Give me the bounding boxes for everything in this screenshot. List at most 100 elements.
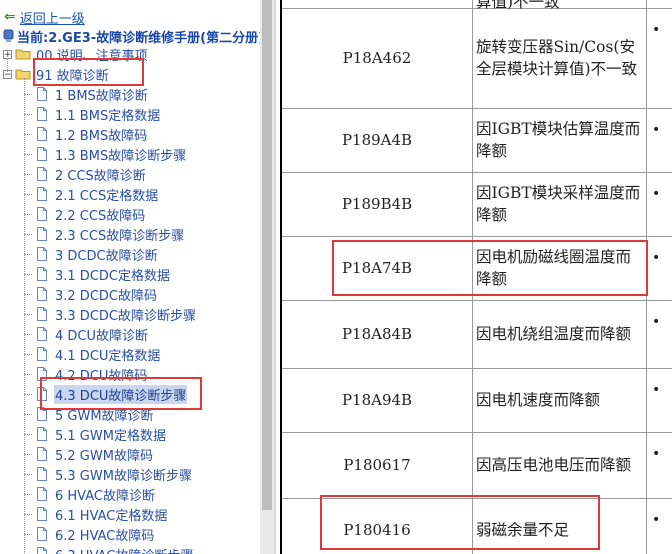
tree-item-label: 4.3 DCU故障诊断步骤 — [54, 384, 188, 404]
tree-connector — [24, 174, 32, 175]
row-bullet: • — [652, 250, 661, 266]
document-icon — [37, 247, 47, 261]
row-bullet: • — [652, 382, 661, 398]
tree-item[interactable]: 2 CCS故障诊断 — [36, 164, 147, 184]
tree-connector — [24, 94, 32, 95]
tree-item[interactable]: 5.3 GWM故障诊断步骤 — [36, 464, 193, 484]
tree-item[interactable]: 3.3 DCDC故障诊断步骤 — [36, 304, 197, 324]
dtc-description: 因IGBT模块估算温度而降额 — [476, 120, 641, 160]
table-row: P18A84B 因电机绕组温度而降额 • — [282, 300, 672, 369]
dtc-code: P189A4B — [341, 131, 413, 149]
table-row: P189A4B 因IGBT模块估算温度而降额 • — [282, 108, 672, 173]
tree-connector — [24, 474, 32, 475]
back-link-label: 返回上一级 — [19, 11, 85, 27]
dtc-description: 因电机励磁线圈温度而降额 — [476, 248, 632, 288]
tree-item[interactable]: 6.1 HVAC定格数据 — [36, 504, 168, 524]
tree-item[interactable]: 5 GWM故障诊断 — [36, 404, 155, 424]
tree-connector — [24, 254, 32, 255]
tree-item-label: 91 故障诊断 — [36, 68, 109, 84]
tree-item[interactable]: 5.1 GWM定格数据 — [36, 424, 167, 444]
tree-connector — [24, 114, 32, 115]
back-arrow-icon: ⇐ — [4, 9, 16, 25]
tree-connector — [24, 514, 32, 515]
dtc-code: P180617 — [343, 456, 411, 474]
document-icon — [37, 387, 47, 401]
tree-connector — [24, 274, 32, 275]
document-icon — [37, 147, 47, 161]
tree-item[interactable]: 4.3 DCU故障诊断步骤 — [36, 384, 188, 404]
document-icon — [37, 87, 47, 101]
tree-item[interactable]: 6.2 HVAC故障码 — [36, 524, 155, 544]
tree-item[interactable]: 3.2 DCDC故障码 — [36, 284, 158, 304]
tree-scrollbar[interactable] — [260, 0, 274, 554]
tree-connector — [24, 78, 25, 554]
tree-item-label: 3.1 DCDC定格数据 — [55, 268, 170, 284]
tree-item-label: 2.2 CCS故障码 — [55, 208, 146, 224]
tree-item-label: 3 DCDC故障诊断 — [55, 248, 158, 264]
document-icon — [37, 467, 47, 481]
document-icon — [37, 167, 47, 181]
document-icon — [37, 547, 47, 554]
dtc-code: P189B4B — [341, 195, 413, 213]
folder-icon — [15, 49, 31, 60]
table-row: P18A462 旋转变压器Sin/Cos(安全层模块计算值)不一致 • — [282, 8, 672, 109]
current-location: 当前:2.GE3-故障诊断维修手册(第二分册) — [3, 27, 260, 46]
tree-connector — [24, 354, 32, 355]
tree-item-label: 6.2 HVAC故障码 — [55, 528, 155, 544]
dtc-description: Sin/Cos(安全层模块计算值)不一致 — [476, 0, 560, 11]
tree-folder[interactable]: +00 说明、注意事项 — [3, 44, 149, 64]
tree-item-label: 3.3 DCDC故障诊断步骤 — [55, 308, 196, 324]
tree-item-label: 5.3 GWM故障诊断步骤 — [55, 468, 192, 484]
table-row: P189B4B 因IGBT模块采样温度而降额 • — [282, 172, 672, 237]
tree-item[interactable]: 5.2 GWM故障码 — [36, 444, 154, 464]
tree-connector — [7, 58, 8, 72]
dtc-description: 旋转变压器Sin/Cos(安全层模块计算值)不一致 — [476, 38, 638, 78]
tree-item[interactable]: 2.1 CCS定格数据 — [36, 184, 159, 204]
tree-item[interactable]: 6 HVAC故障诊断 — [36, 484, 156, 504]
row-bullet: • — [652, 512, 661, 528]
table-row: P18A94B 因电机速度而降额 • — [282, 368, 672, 433]
tree-item[interactable]: 2.2 CCS故障码 — [36, 204, 146, 224]
tree-item-label: 1.2 BMS故障码 — [55, 128, 148, 144]
tree-item[interactable]: 2.3 CCS故障诊断步骤 — [36, 224, 185, 244]
document-icon — [37, 427, 47, 441]
tree-item[interactable]: 1.3 BMS故障诊断步骤 — [36, 144, 187, 164]
document-icon — [37, 207, 47, 221]
document-icon — [37, 447, 47, 461]
tree-item[interactable]: 4 DCU故障诊断 — [36, 324, 149, 344]
document-icon — [37, 327, 47, 341]
dtc-code: P180416 — [343, 521, 411, 539]
tree-item-label: 6.3 HVAC故障诊断步骤 — [54, 545, 194, 554]
tree-connector — [24, 314, 32, 315]
scrollbar-thumb[interactable] — [262, 0, 272, 510]
tree-item[interactable]: 4.2 DCU故障码 — [36, 364, 148, 384]
document-icon — [37, 187, 47, 201]
row-bullet: • — [652, 0, 660, 4]
dtc-code: P18A262 — [282, 0, 472, 8]
document-icon — [37, 347, 47, 361]
current-location-label: 当前:2.GE3-故障诊断维修手册(第二分册) — [17, 30, 260, 46]
tree-item-label: 2.1 CCS定格数据 — [55, 188, 159, 204]
dtc-code: P18A84B — [341, 325, 413, 343]
dtc-description: 因IGBT模块采样温度而降额 — [476, 184, 641, 224]
tree-item[interactable]: 6.3 HVAC故障诊断步骤 — [36, 544, 194, 554]
table-row: P180416 弱磁余量不足 • — [282, 498, 672, 554]
tree-folder[interactable]: −91 故障诊断 — [3, 64, 110, 84]
back-link[interactable]: ⇐ 返回上一级 — [4, 8, 85, 27]
navigation-tree: ⇐ 返回上一级 当前:2.GE3-故障诊断维修手册(第二分册) +00 说明、注… — [0, 0, 260, 554]
tree-item[interactable]: 1.2 BMS故障码 — [36, 124, 148, 144]
tree-item[interactable]: 3 DCDC故障诊断 — [36, 244, 159, 264]
tree-item-label: 5 GWM故障诊断 — [55, 408, 154, 424]
tree-item[interactable]: 3.1 DCDC定格数据 — [36, 264, 171, 284]
tree-item[interactable]: 4.1 DCU定格数据 — [36, 344, 161, 364]
tree-item-label: 1.1 BMS定格数据 — [55, 108, 161, 124]
tree-item[interactable]: 1.1 BMS定格数据 — [36, 104, 161, 124]
tree-connector — [24, 214, 32, 215]
tree-connector — [24, 394, 32, 395]
tree-connector — [24, 494, 32, 495]
tree-item[interactable]: 1 BMS故障诊断 — [36, 84, 149, 104]
location-pin-icon — [3, 29, 14, 42]
tree-connector — [24, 194, 32, 195]
row-bullet: • — [652, 122, 661, 138]
tree-item-label: 2 CCS故障诊断 — [55, 168, 146, 184]
